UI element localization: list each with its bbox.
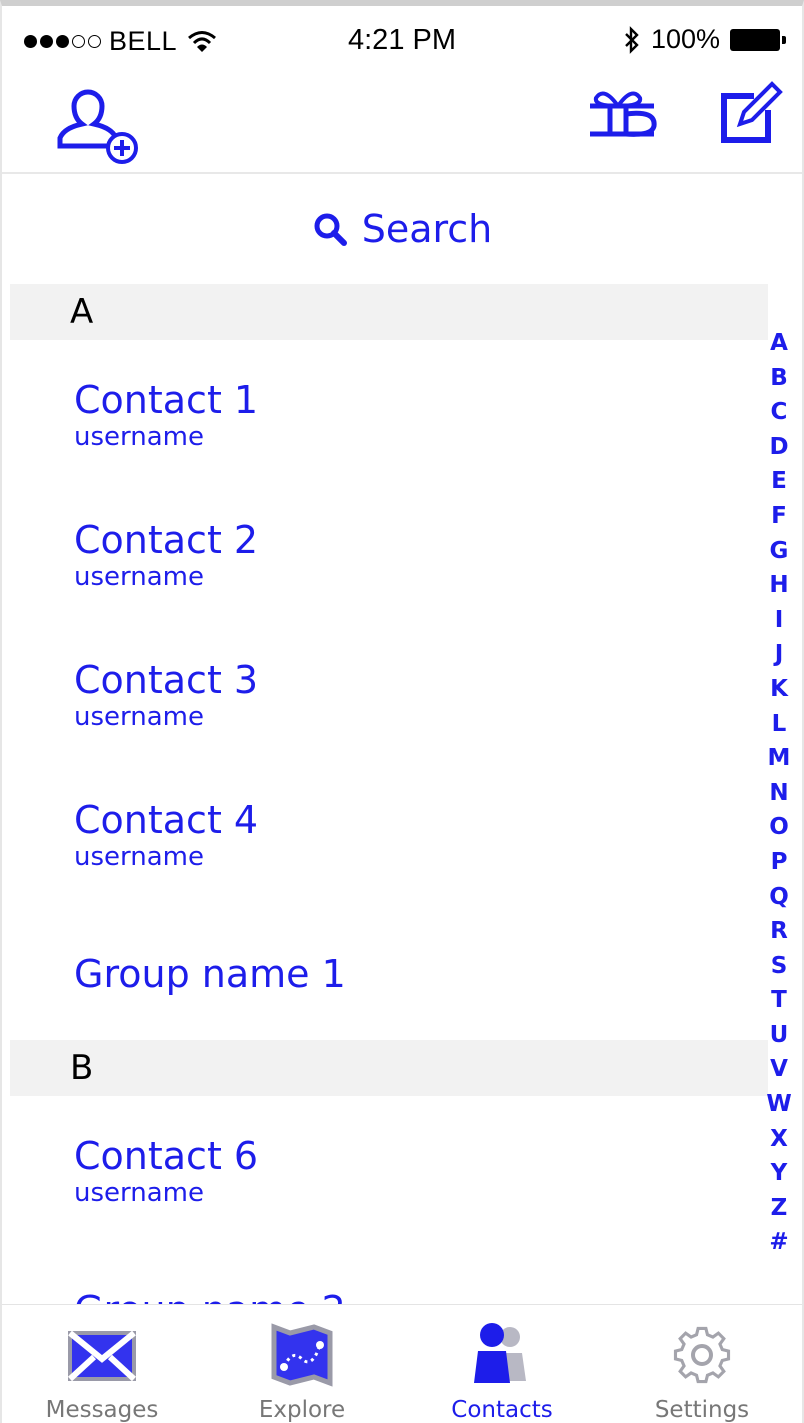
contact-username: username (74, 562, 204, 592)
tab-contacts[interactable]: Contacts (402, 1305, 602, 1423)
tab-explore[interactable]: Explore (202, 1305, 402, 1423)
contacts-icon (474, 1323, 526, 1383)
index-letter[interactable]: E (771, 464, 787, 499)
index-letter[interactable]: O (769, 810, 789, 845)
tab-label: Settings (654, 1397, 750, 1423)
gift-icon[interactable] (582, 84, 662, 144)
navigation-bar (2, 68, 802, 174)
index-letter[interactable]: W (766, 1087, 791, 1122)
index-letter[interactable]: J (775, 637, 784, 672)
contact-list[interactable]: A Contact 1 username Contact 2 username … (10, 284, 768, 1304)
contact-name: Contact 1 (74, 378, 259, 422)
tab-label: Contacts (451, 1397, 553, 1423)
index-letter[interactable]: C (771, 395, 788, 430)
index-letter[interactable]: H (769, 568, 788, 603)
index-letter[interactable]: M (768, 741, 791, 776)
index-letter[interactable]: N (769, 776, 788, 811)
contact-name: Contact 6 (74, 1134, 259, 1178)
index-letter[interactable]: G (770, 534, 789, 569)
search-icon (314, 213, 347, 246)
tab-label: Messages (45, 1397, 159, 1423)
contact-username: username (74, 842, 204, 872)
list-item[interactable]: Contact 4 username (10, 760, 768, 900)
add-contact-icon[interactable] (52, 84, 142, 164)
index-letter[interactable]: K (770, 672, 788, 707)
group-name: Group name 2 (74, 1288, 346, 1304)
contact-name: Contact 4 (74, 798, 259, 842)
index-letter[interactable]: X (770, 1122, 788, 1157)
status-bar: BELL 4:21 PM 100% (2, 12, 802, 68)
index-letter[interactable]: Y (771, 1156, 788, 1191)
index-letter[interactable]: U (770, 1018, 789, 1053)
index-letter[interactable]: A (770, 326, 788, 361)
battery-icon (730, 28, 786, 51)
gear-icon (673, 1326, 731, 1384)
index-letter[interactable]: S (771, 949, 788, 984)
search-bar[interactable]: Search (2, 176, 802, 282)
section-header-b: B (10, 1040, 768, 1096)
index-letter[interactable]: # (769, 1225, 788, 1260)
list-item[interactable]: Group name 1 (10, 900, 768, 1040)
map-icon (271, 1323, 333, 1387)
envelope-icon (67, 1330, 137, 1382)
index-letter[interactable]: B (770, 361, 788, 396)
section-header-a: A (10, 284, 768, 340)
search-label: Search (361, 207, 493, 251)
contact-username: username (74, 422, 204, 452)
index-letter[interactable]: F (771, 499, 787, 534)
list-item[interactable]: Contact 3 username (10, 620, 768, 760)
tab-bar: Messages Explore Contacts Settings (2, 1304, 802, 1423)
index-letter[interactable]: T (771, 983, 787, 1018)
alphabet-index[interactable]: A B C D E F G H I J K L M N O P Q R S T U V W X Y Z # (762, 326, 796, 1260)
index-letter[interactable]: R (770, 914, 788, 949)
tab-label: Explore (258, 1397, 346, 1423)
contact-username: username (74, 702, 204, 732)
tab-settings[interactable]: Settings (602, 1305, 802, 1423)
phone-frame: BELL 4:21 PM 100% Search A Contact 1 use… (0, 0, 804, 1423)
index-letter[interactable]: L (772, 707, 787, 742)
tab-messages[interactable]: Messages (2, 1305, 202, 1423)
contact-username: username (74, 1178, 204, 1208)
group-name: Group name 1 (74, 952, 346, 996)
list-item[interactable]: Contact 6 username (10, 1096, 768, 1236)
contact-name: Contact 3 (74, 658, 259, 702)
list-item[interactable]: Group name 2 (10, 1236, 768, 1304)
index-letter[interactable]: Q (769, 880, 789, 915)
index-letter[interactable]: Z (771, 1191, 788, 1226)
index-letter[interactable]: V (770, 1052, 788, 1087)
contact-name: Contact 2 (74, 518, 259, 562)
index-letter[interactable]: P (771, 845, 788, 880)
index-letter[interactable]: D (769, 430, 788, 465)
index-letter[interactable]: I (775, 603, 784, 638)
compose-icon[interactable] (714, 78, 784, 148)
bluetooth-icon (625, 25, 639, 54)
list-item[interactable]: Contact 1 username (10, 340, 768, 480)
list-item[interactable]: Contact 2 username (10, 480, 768, 620)
battery-percent: 100% (650, 24, 720, 54)
